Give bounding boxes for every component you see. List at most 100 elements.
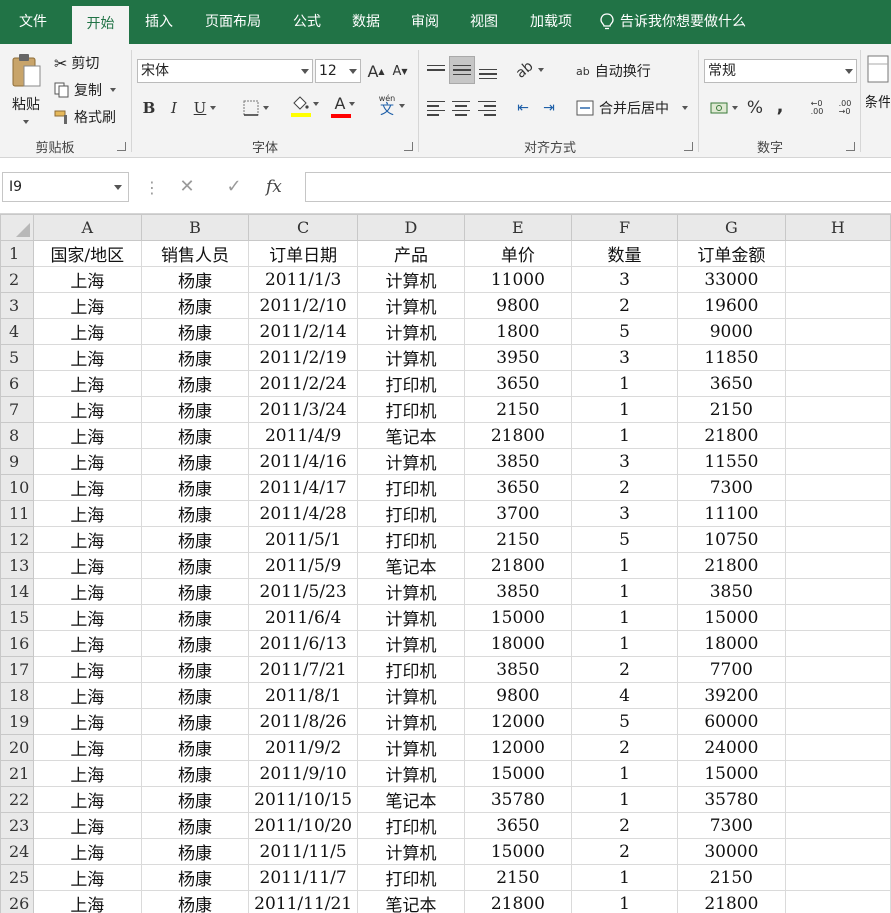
cell[interactable]: 1 xyxy=(570,786,679,813)
cell[interactable]: 3650 xyxy=(463,474,572,501)
row-header[interactable]: 18 xyxy=(0,682,34,709)
cell[interactable]: 2011/11/7 xyxy=(248,864,359,891)
cell[interactable]: 打印机 xyxy=(357,474,465,501)
align-bottom-button[interactable] xyxy=(477,62,499,86)
cell[interactable]: 21800 xyxy=(677,890,786,913)
cell[interactable]: 上海 xyxy=(32,526,142,553)
align-middle-button[interactable] xyxy=(449,56,475,84)
cell[interactable] xyxy=(784,604,891,631)
cell[interactable]: 11000 xyxy=(463,266,572,293)
cell[interactable]: 杨康 xyxy=(140,838,250,865)
cell[interactable]: 12000 xyxy=(463,734,572,761)
cell[interactable]: 15000 xyxy=(463,838,572,865)
cell[interactable]: 15000 xyxy=(677,760,786,787)
cell[interactable]: 2011/2/14 xyxy=(248,318,359,345)
cell[interactable] xyxy=(784,708,891,735)
clipboard-launcher-icon[interactable] xyxy=(117,142,126,151)
cell[interactable]: 4 xyxy=(570,682,679,709)
tab-formulas[interactable]: 公式 xyxy=(279,0,335,44)
cell[interactable]: 杨康 xyxy=(140,266,250,293)
cell[interactable] xyxy=(784,734,891,761)
cell[interactable]: 10750 xyxy=(677,526,786,553)
cell[interactable]: 15000 xyxy=(463,760,572,787)
cell[interactable]: 上海 xyxy=(32,474,142,501)
phonetic-button[interactable]: wén 文 xyxy=(374,94,410,118)
cell[interactable]: 杨康 xyxy=(140,448,250,475)
cell[interactable]: 3700 xyxy=(463,500,572,527)
cell[interactable]: 21800 xyxy=(677,552,786,579)
cell[interactable] xyxy=(784,838,891,865)
tab-review[interactable]: 审阅 xyxy=(397,0,453,44)
cell[interactable]: 3650 xyxy=(677,370,786,397)
cell[interactable]: 打印机 xyxy=(357,812,465,839)
cell[interactable]: 1 xyxy=(570,552,679,579)
cell[interactable]: 杨康 xyxy=(140,526,250,553)
cell[interactable]: 2011/5/9 xyxy=(248,552,359,579)
cell[interactable]: 上海 xyxy=(32,630,142,657)
cell[interactable]: 1 xyxy=(570,370,679,397)
wrap-text-button[interactable]: ab 自动换行 xyxy=(576,60,651,82)
cell[interactable]: 3 xyxy=(570,344,679,371)
orientation-button[interactable]: ab xyxy=(512,58,548,82)
align-top-button[interactable] xyxy=(425,58,447,82)
cell[interactable] xyxy=(784,396,891,423)
cell[interactable]: 2011/8/1 xyxy=(248,682,359,709)
cell[interactable]: 2011/2/10 xyxy=(248,292,359,319)
cell[interactable]: 3850 xyxy=(463,656,572,683)
cell[interactable]: 24000 xyxy=(677,734,786,761)
merge-center-button[interactable]: 合并后居中 xyxy=(576,97,688,119)
decrease-indent-button[interactable]: ⇤ xyxy=(512,96,534,120)
cell[interactable] xyxy=(784,630,891,657)
cell[interactable]: 上海 xyxy=(32,604,142,631)
cell[interactable] xyxy=(784,318,891,345)
cell[interactable]: 3650 xyxy=(463,370,572,397)
cell[interactable] xyxy=(784,422,891,449)
cell[interactable]: 21800 xyxy=(463,552,572,579)
cell[interactable] xyxy=(784,656,891,683)
cell[interactable]: 上海 xyxy=(32,786,142,813)
cell[interactable]: 5 xyxy=(570,526,679,553)
cell[interactable]: 杨康 xyxy=(140,578,250,605)
row-header[interactable]: 9 xyxy=(0,448,34,475)
cell[interactable]: 1 xyxy=(570,578,679,605)
cell[interactable]: 2011/4/17 xyxy=(248,474,359,501)
row-header[interactable]: 16 xyxy=(0,630,34,657)
cell[interactable]: 18000 xyxy=(677,630,786,657)
cell[interactable]: 打印机 xyxy=(357,526,465,553)
align-right-button[interactable] xyxy=(477,96,497,120)
cell[interactable]: 2011/2/19 xyxy=(248,344,359,371)
align-center-button[interactable] xyxy=(451,96,471,120)
row-header[interactable]: 8 xyxy=(0,422,34,449)
cell[interactable]: 2011/4/16 xyxy=(248,448,359,475)
cell[interactable]: 杨康 xyxy=(140,422,250,449)
cell[interactable]: 笔记本 xyxy=(357,552,465,579)
cell[interactable]: 杨康 xyxy=(140,734,250,761)
cell[interactable]: 计算机 xyxy=(357,604,465,631)
shrink-font-button[interactable]: A ▼ xyxy=(390,59,410,83)
cell[interactable]: 上海 xyxy=(32,344,142,371)
cell[interactable]: 1 xyxy=(570,604,679,631)
row-header[interactable]: 21 xyxy=(0,760,34,787)
row-header[interactable]: 4 xyxy=(0,318,34,345)
cell[interactable]: 18000 xyxy=(463,630,572,657)
cell[interactable]: 2011/1/3 xyxy=(248,266,359,293)
cell[interactable]: 订单日期 xyxy=(248,240,359,267)
row-header[interactable]: 7 xyxy=(0,396,34,423)
cell[interactable]: 11550 xyxy=(677,448,786,475)
cell[interactable]: 上海 xyxy=(32,422,142,449)
cell[interactable]: 1 xyxy=(570,396,679,423)
increase-decimal-button[interactable]: ←0.00 xyxy=(806,96,828,120)
cell[interactable]: 打印机 xyxy=(357,396,465,423)
cell[interactable]: 数量 xyxy=(570,240,679,267)
cell[interactable]: 1 xyxy=(570,864,679,891)
font-color-button[interactable]: A xyxy=(327,94,363,118)
cancel-icon[interactable]: ✕ xyxy=(172,172,202,202)
cell[interactable]: 笔记本 xyxy=(357,890,465,913)
format-painter-button[interactable]: 格式刷 xyxy=(54,106,116,128)
cell[interactable]: 5 xyxy=(570,708,679,735)
cell[interactable]: 1 xyxy=(570,890,679,913)
cell[interactable]: 1800 xyxy=(463,318,572,345)
cell[interactable]: 3 xyxy=(570,448,679,475)
cell[interactable]: 上海 xyxy=(32,864,142,891)
cell[interactable]: 2150 xyxy=(463,396,572,423)
